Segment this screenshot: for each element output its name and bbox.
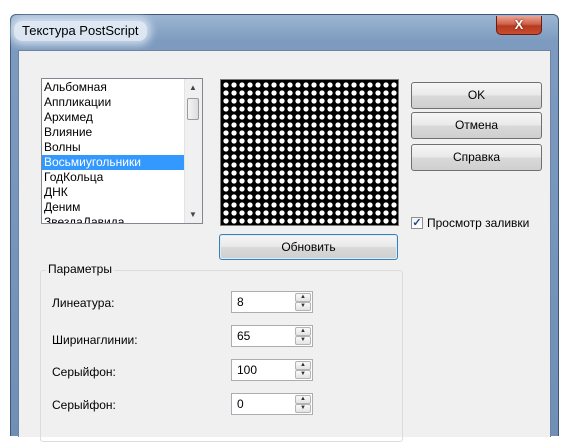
parameters-group-title: Параметры (46, 262, 114, 276)
stepper-up-icon[interactable]: ▲ (295, 395, 311, 404)
list-item-selected[interactable]: Восьмиугольники (42, 155, 185, 170)
list-item[interactable]: Деним (42, 200, 185, 215)
stepper-up-icon[interactable]: ▲ (295, 361, 311, 370)
scrollbar-thumb[interactable] (187, 98, 199, 120)
stepper-value[interactable]: 65 (237, 329, 250, 343)
texture-preview (220, 79, 399, 226)
list-item[interactable]: Аппликации (42, 95, 185, 110)
close-button[interactable]: X (496, 16, 542, 35)
quantity-stepper[interactable]: 65 ▲ ▼ (231, 325, 313, 347)
checkmark-icon[interactable]: ✓ (411, 217, 423, 229)
dialog-window: Текстура PostScript X Альбомная Аппликац… (10, 14, 559, 442)
title-bar[interactable]: Текстура PostScript X (11, 15, 558, 49)
stepper-up-icon[interactable]: ▲ (295, 293, 311, 302)
list-item[interactable]: ДНК (42, 185, 185, 200)
texture-list-items: Альбомная Аппликации Архимед Влияние Вол… (42, 80, 185, 223)
stepper-up-icon[interactable]: ▲ (295, 327, 311, 336)
ok-button[interactable]: OK (411, 82, 542, 109)
close-icon: X (514, 17, 524, 32)
quantity-stepper[interactable]: 0 ▲ ▼ (231, 393, 313, 415)
dialog-client-area: Альбомная Аппликации Архимед Влияние Вол… (18, 50, 551, 442)
stepper-value[interactable]: 8 (237, 295, 244, 309)
stepper-down-icon[interactable]: ▼ (295, 404, 311, 413)
stepper-down-icon[interactable]: ▼ (295, 336, 311, 345)
param-label: Серыйфон: (52, 398, 116, 412)
list-item[interactable]: ЗвездаДавида (42, 215, 185, 223)
stepper-down-icon[interactable]: ▼ (295, 370, 311, 379)
quantity-stepper[interactable]: 100 ▲ ▼ (231, 359, 313, 381)
quantity-stepper[interactable]: 8 ▲ ▼ (231, 291, 313, 313)
list-item[interactable]: Влияние (42, 125, 185, 140)
texture-list[interactable]: Альбомная Аппликации Архимед Влияние Вол… (41, 78, 203, 224)
scroll-up-arrow-icon[interactable]: ▲ (185, 79, 201, 96)
param-label: Ширинаглинии: (52, 333, 138, 347)
stepper-value[interactable]: 100 (237, 363, 257, 377)
stepper-value[interactable]: 0 (237, 397, 244, 411)
refresh-button[interactable]: Обновить (219, 234, 398, 260)
list-item[interactable]: ГодКольца (42, 170, 185, 185)
scroll-down-arrow-icon[interactable]: ▼ (185, 206, 201, 223)
stepper-down-icon[interactable]: ▼ (295, 302, 311, 311)
list-item[interactable]: Альбомная (42, 80, 185, 95)
preview-fill-label: Просмотр заливки (427, 216, 530, 230)
param-label: Линеатура: (52, 296, 115, 310)
list-scrollbar[interactable]: ▲ ▼ (184, 79, 202, 223)
cancel-button[interactable]: Отмена (411, 112, 542, 139)
help-button[interactable]: Справка (411, 144, 542, 171)
list-item[interactable]: Волны (42, 140, 185, 155)
window-title: Текстура PostScript (14, 21, 147, 41)
param-label: Серыйфон: (52, 365, 116, 379)
list-item[interactable]: Архимед (42, 110, 185, 125)
